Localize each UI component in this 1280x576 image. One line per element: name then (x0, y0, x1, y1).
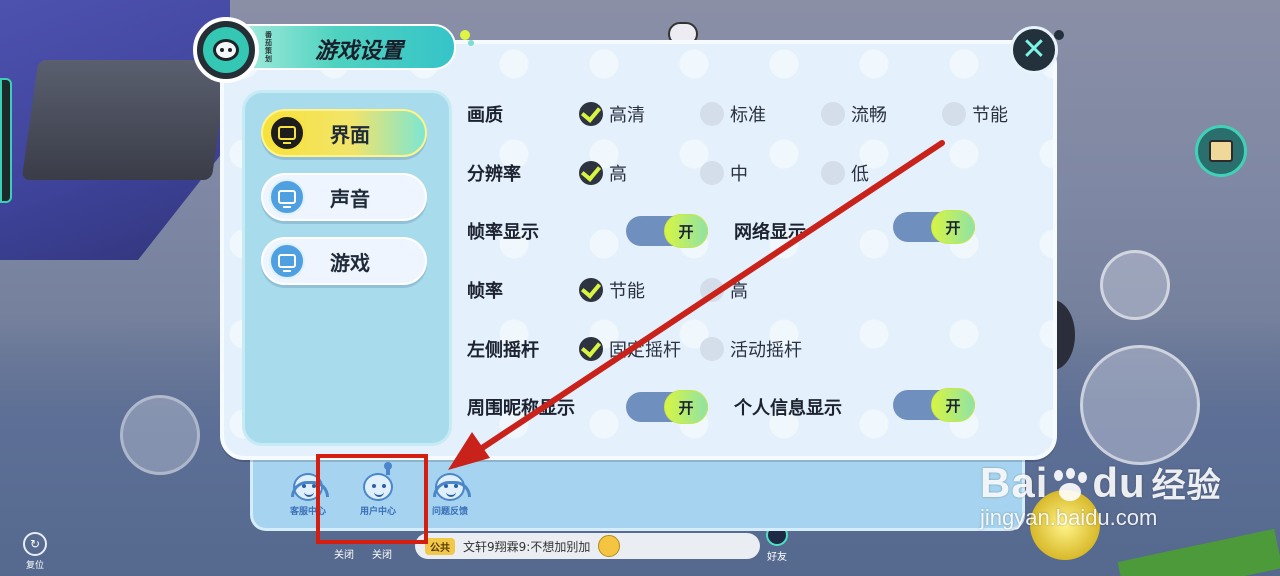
resolution-option-medium[interactable]: 中 (700, 160, 748, 186)
personal-info-display-label: 个人信息显示 (734, 398, 842, 419)
toggle-knob: 开 (664, 390, 708, 424)
close-icon: ✕ (1021, 32, 1047, 67)
option-label: 高 (730, 281, 748, 302)
quality-option-standard[interactable]: 标准 (700, 101, 766, 127)
radio-unchecked-icon (821, 161, 845, 185)
watermark-brand-a: Bai (980, 459, 1049, 506)
action-button[interactable] (1100, 250, 1170, 320)
dialog-title: 游戏设置 (315, 39, 404, 64)
chat-channel-tag: 公共 (425, 537, 455, 555)
reset-position-label: 复位 (25, 561, 44, 571)
checkbox-checked-icon (579, 278, 603, 302)
radio-unchecked-icon (942, 102, 966, 126)
background-platform (21, 60, 229, 180)
quality-option-eco[interactable]: 节能 (942, 101, 1008, 127)
tab-game-label: 游戏 (330, 250, 370, 275)
option-label: 高 (609, 164, 627, 185)
tab-interface[interactable]: 界面 (261, 109, 427, 157)
watermark-brand-cn: 经验 (1151, 466, 1222, 506)
fps-option-high[interactable]: 高 (700, 277, 748, 303)
settings-tab-panel: 界面 声音 游戏 (242, 90, 452, 446)
fps-display-label: 帧率显示 (467, 222, 539, 243)
annotation-highlight-box (316, 454, 428, 544)
monitor-icon (269, 243, 305, 279)
tab-sound-label: 声音 (330, 186, 370, 211)
option-label: 固定摇杆 (609, 340, 681, 361)
avatar-caption: 番茄策划 (265, 31, 272, 63)
radio-unchecked-icon (700, 102, 724, 126)
option-label: 中 (730, 164, 748, 185)
radio-unchecked-icon (821, 102, 845, 126)
option-label: 流畅 (851, 105, 887, 126)
quality-option-hd[interactable]: 高清 (579, 101, 645, 127)
chat-message: 文轩9翔霖9:不想加别加 (463, 539, 591, 554)
radio-unchecked-icon (700, 337, 724, 361)
nickname-display-toggle[interactable]: 开 (626, 390, 708, 424)
feedback-label: 问题反馈 (431, 507, 468, 517)
backpack-button[interactable] (1195, 125, 1247, 177)
joystick-area[interactable] (120, 395, 200, 475)
quality-label: 画质 (467, 105, 503, 126)
fps-label: 帧率 (467, 281, 503, 302)
close-label-2[interactable]: 关闭 (372, 546, 392, 561)
monitor-icon (269, 115, 305, 151)
refresh-icon: ↻ (23, 532, 47, 556)
monitor-icon (269, 179, 305, 215)
emoji-icon (598, 535, 621, 557)
watermark-brand-b: du (1092, 459, 1146, 506)
joystick-option-fixed[interactable]: 固定摇杆 (579, 336, 681, 362)
left-side-panel-tab[interactable] (0, 78, 12, 203)
option-label: 活动摇杆 (730, 340, 802, 361)
decor-dot (468, 40, 474, 46)
toggle-knob: 开 (664, 214, 708, 248)
left-joystick-label: 左侧摇杆 (467, 340, 539, 361)
paw-icon (1050, 467, 1090, 504)
network-display-toggle[interactable]: 开 (893, 210, 975, 244)
personal-info-display-toggle[interactable]: 开 (893, 388, 975, 422)
toggle-knob: 开 (931, 210, 975, 244)
option-label: 节能 (609, 281, 645, 302)
feedback-button[interactable]: 问题反馈 (425, 473, 475, 517)
jump-button[interactable] (1080, 345, 1200, 465)
checkbox-checked-icon (579, 161, 603, 185)
option-label: 标准 (730, 105, 766, 126)
checkbox-checked-icon (579, 102, 603, 126)
box-icon (1209, 140, 1233, 162)
friends-label: 好友 (767, 552, 787, 563)
watermark-url: jingyan.baidu.com (980, 505, 1158, 530)
tab-sound[interactable]: 声音 (261, 173, 427, 221)
nickname-display-label: 周围昵称显示 (467, 398, 575, 419)
resolution-option-low[interactable]: 低 (821, 160, 869, 186)
decor-dot (460, 30, 470, 40)
baidu-jingyan-watermark: Bai du 经验 jingyan.baidu.com (980, 458, 1222, 531)
toggle-knob: 开 (931, 388, 975, 422)
close-button[interactable]: ✕ (1010, 26, 1058, 74)
joystick-option-floating[interactable]: 活动摇杆 (700, 336, 802, 362)
tab-interface-label: 界面 (330, 122, 370, 147)
fps-option-eco[interactable]: 节能 (579, 277, 645, 303)
decor-dot (1054, 30, 1064, 40)
option-label: 高清 (609, 105, 645, 126)
fps-display-toggle[interactable]: 开 (626, 214, 708, 248)
chat-bar[interactable]: 公共 文轩9翔霖9:不想加别加 (415, 533, 760, 559)
radio-unchecked-icon (700, 278, 724, 302)
close-label-1[interactable]: 关闭 (334, 546, 354, 561)
checkbox-checked-icon (579, 337, 603, 361)
quality-option-smooth[interactable]: 流畅 (821, 101, 887, 127)
dialog-title-banner: 番茄策划 游戏设置 (238, 24, 456, 70)
feedback-icon (433, 473, 471, 501)
network-display-label: 网络显示 (734, 222, 806, 243)
robot-avatar-icon (193, 17, 259, 83)
tab-game[interactable]: 游戏 (261, 237, 427, 285)
resolution-option-high[interactable]: 高 (579, 160, 627, 186)
option-label: 节能 (972, 105, 1008, 126)
option-label: 低 (851, 164, 869, 185)
resolution-label: 分辨率 (467, 164, 521, 185)
reset-position-button[interactable]: ↻ 复位 (20, 532, 50, 576)
radio-unchecked-icon (700, 161, 724, 185)
settings-dialog: 界面 声音 游戏 画质 高清 标准 流畅 节能 分辨率 高 中 低 帧率显示 开… (220, 40, 1057, 460)
